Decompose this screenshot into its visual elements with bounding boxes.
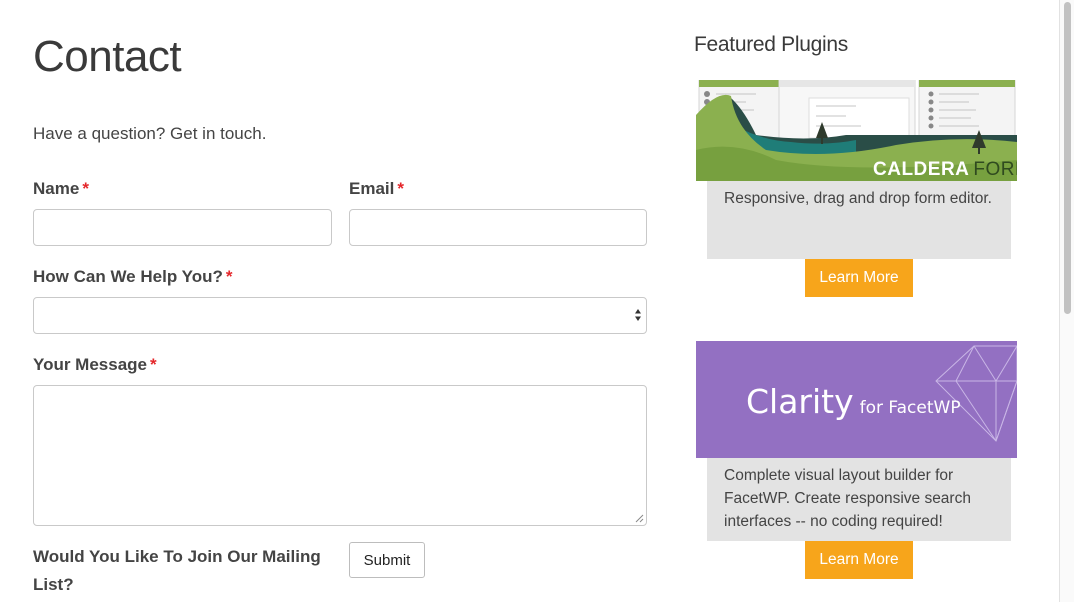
scrollbar-thumb[interactable] — [1064, 2, 1071, 314]
caldera-forms-banner[interactable]: CALDERAFORMS — [696, 80, 1017, 181]
caldera-forms-logo-image: CALDERAFORMS — [696, 80, 1017, 181]
help-label-text: How Can We Help You? — [33, 267, 223, 286]
required-marker: * — [82, 179, 89, 198]
caldera-learn-more-button[interactable]: Learn More — [805, 259, 913, 297]
message-label: Your Message * — [33, 355, 157, 375]
help-select[interactable] — [33, 297, 647, 334]
message-textarea[interactable] — [33, 385, 647, 526]
mailing-list-label: Would You Like To Join Our Mailing List? — [33, 547, 321, 594]
email-field[interactable] — [349, 209, 647, 246]
required-marker: * — [225, 267, 233, 286]
intro-text: Have a question? Get in touch. — [33, 124, 267, 143]
name-label: Name * — [33, 179, 89, 199]
clarity-facetwp-description: Complete visual layout builder for Facet… — [707, 458, 1011, 541]
help-label: How Can We Help You? * — [33, 267, 232, 287]
clarity-logo-image: Clarity for FacetWP — [696, 341, 1017, 458]
email-label-text: Email — [349, 179, 395, 198]
message-label-text: Your Message — [33, 355, 148, 374]
caldera-forms-description: Responsive, drag and drop form editor. — [707, 181, 1011, 259]
name-field[interactable] — [33, 209, 332, 246]
submit-button[interactable]: Submit — [349, 542, 425, 578]
sidebar-title: Featured Plugins — [694, 33, 848, 56]
clarity-learn-more-button[interactable]: Learn More — [805, 541, 913, 579]
email-label: Email * — [349, 179, 404, 199]
caldera-logo-text: CALDERAFORMS — [873, 159, 1017, 180]
required-marker: * — [150, 355, 157, 374]
select-arrows-icon — [635, 309, 641, 321]
page-title: Contact — [33, 32, 182, 81]
resize-grip-icon[interactable] — [635, 514, 644, 523]
page-scrollbar[interactable] — [1059, 0, 1074, 602]
required-marker: * — [397, 179, 404, 198]
clarity-facetwp-banner[interactable]: Clarity for FacetWP — [696, 341, 1017, 458]
name-label-text: Name — [33, 179, 80, 198]
